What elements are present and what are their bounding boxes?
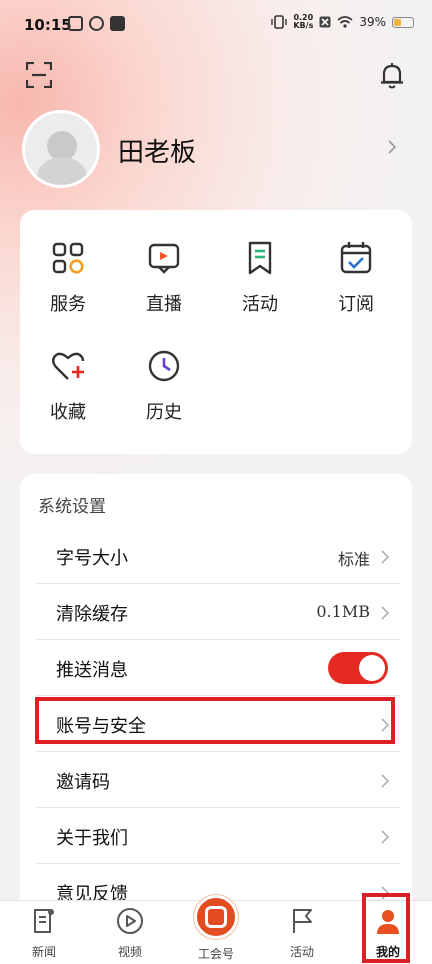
chevron-right-icon (381, 774, 390, 788)
bell-icon[interactable] (378, 62, 406, 90)
notification-icons (68, 16, 125, 31)
setting-label: 关于我们 (56, 828, 128, 849)
setting-push: 推送消息 (36, 640, 400, 696)
nav-news[interactable]: 新闻 (14, 907, 74, 960)
net-speed-unit: KB/s (293, 21, 314, 30)
shortcut-live[interactable]: 直播 (116, 240, 212, 316)
vibrate-icon (271, 15, 288, 29)
no-sim-icon (319, 16, 331, 28)
shortcut-subscribe[interactable]: 订阅 (308, 240, 404, 316)
chevron-right-icon (381, 830, 390, 844)
live-tv-icon (148, 243, 180, 274)
wifi-icon (337, 16, 353, 28)
avatar[interactable] (22, 110, 100, 188)
heart-plus-icon (52, 352, 85, 380)
shortcut-label: 服务 (50, 294, 86, 315)
status-right: 0.20 KB/s 39% (271, 14, 414, 30)
crown-icon (89, 16, 104, 31)
shortcut-service[interactable]: 服务 (20, 240, 116, 316)
setting-invite-code[interactable]: 邀请码 (36, 752, 400, 808)
clock-icon (148, 350, 180, 382)
shortcut-label: 订阅 (338, 294, 374, 315)
bookmark-icon (248, 241, 272, 275)
nav-activity[interactable]: 活动 (272, 907, 332, 960)
flag-icon (293, 909, 312, 933)
battery-level (394, 18, 401, 26)
shortcut-history[interactable]: 历史 (116, 348, 212, 424)
union-logo-mark (205, 906, 227, 928)
avatar-body (37, 157, 87, 185)
highlight-mine-tab (362, 893, 410, 963)
highlight-account-security (35, 697, 395, 744)
setting-font-size[interactable]: 字号大小 标准 (36, 528, 400, 584)
battery-percent: 39% (359, 15, 386, 29)
settings-card: 系统设置 字号大小 标准 清除缓存 0.1MB 推送消息 账号与安全 邀请码 关… (20, 474, 412, 914)
shortcut-activity[interactable]: 活动 (212, 240, 308, 316)
user-name[interactable]: 田老板 (118, 132, 196, 169)
chevron-right-icon (381, 606, 390, 620)
setting-label: 清除缓存 (56, 604, 128, 625)
nav-label: 活动 (289, 945, 314, 959)
app-notification-icon (68, 16, 83, 31)
setting-about-us[interactable]: 关于我们 (36, 808, 400, 864)
calendar-check-icon (340, 242, 372, 274)
scan-icon[interactable] (26, 62, 52, 88)
setting-clear-cache[interactable]: 清除缓存 0.1MB (36, 584, 400, 640)
status-bar: 10:15 0.20 KB/s 39% (0, 0, 432, 50)
nav-label: 视频 (117, 945, 142, 959)
nav-label[interactable]: 工会号 (190, 945, 242, 962)
news-icon (34, 909, 54, 933)
chevron-right-icon[interactable] (385, 140, 399, 154)
nav-video[interactable]: 视频 (100, 907, 160, 960)
setting-label: 邀请码 (56, 772, 110, 793)
shortcut-favorites[interactable]: 收藏 (20, 348, 116, 424)
shortcut-label: 活动 (242, 294, 278, 315)
tiktok-icon (110, 16, 125, 31)
settings-title: 系统设置 (38, 497, 106, 517)
nav-label: 新闻 (31, 945, 56, 959)
shortcut-label: 直播 (146, 294, 182, 315)
grid-apps-icon (52, 242, 84, 274)
push-toggle[interactable] (328, 652, 388, 684)
chevron-right-icon (381, 550, 390, 564)
toggle-knob (359, 655, 385, 681)
setting-label: 推送消息 (56, 660, 128, 681)
shortcut-label: 历史 (146, 402, 182, 423)
union-logo-icon[interactable] (194, 895, 238, 939)
setting-label: 字号大小 (56, 548, 128, 569)
net-speed: 0.20 KB/s (293, 14, 313, 30)
status-time: 10:15 (24, 16, 72, 34)
shortcut-label: 收藏 (50, 402, 86, 423)
battery-icon (392, 16, 414, 28)
setting-value: 标准 (337, 550, 370, 569)
play-circle-icon (117, 908, 143, 934)
shortcuts-card: 服务 直播 活动 订阅 收藏 历史 (20, 210, 412, 454)
setting-value: 0.1MB (316, 602, 370, 621)
